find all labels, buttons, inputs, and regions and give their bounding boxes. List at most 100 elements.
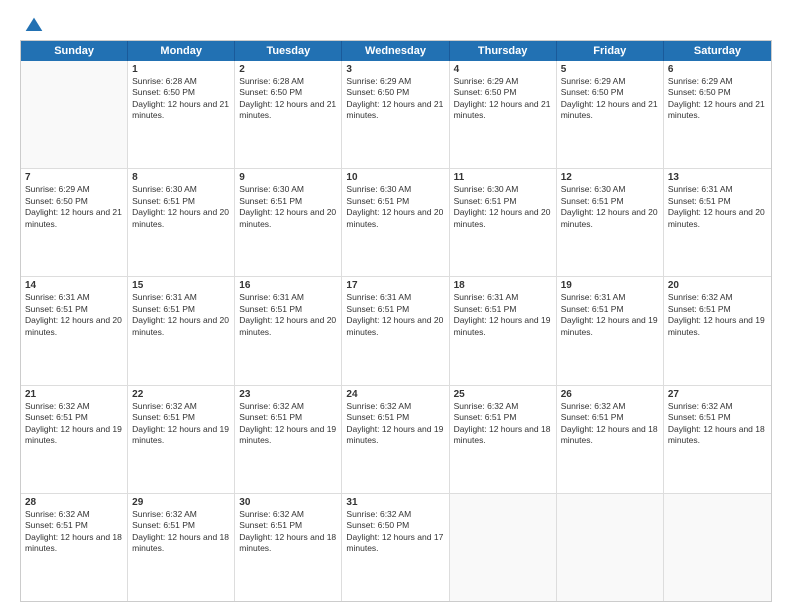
day-number: 18 xyxy=(454,280,552,291)
calendar-cell: 22Sunrise: 6:32 AMSunset: 6:51 PMDayligh… xyxy=(128,386,235,493)
day-info: Sunrise: 6:30 AMSunset: 6:51 PMDaylight:… xyxy=(346,184,444,230)
day-info: Sunrise: 6:32 AMSunset: 6:51 PMDaylight:… xyxy=(346,401,444,447)
header-day-friday: Friday xyxy=(557,41,664,61)
day-info: Sunrise: 6:32 AMSunset: 6:51 PMDaylight:… xyxy=(561,401,659,447)
calendar-header: SundayMondayTuesdayWednesdayThursdayFrid… xyxy=(21,41,771,61)
calendar-cell: 9Sunrise: 6:30 AMSunset: 6:51 PMDaylight… xyxy=(235,169,342,276)
calendar-cell: 20Sunrise: 6:32 AMSunset: 6:51 PMDayligh… xyxy=(664,277,771,384)
day-info: Sunrise: 6:32 AMSunset: 6:51 PMDaylight:… xyxy=(239,509,337,555)
day-info: Sunrise: 6:32 AMSunset: 6:51 PMDaylight:… xyxy=(454,401,552,447)
calendar-body: 1Sunrise: 6:28 AMSunset: 6:50 PMDaylight… xyxy=(21,61,771,601)
header xyxy=(20,16,772,32)
calendar: SundayMondayTuesdayWednesdayThursdayFrid… xyxy=(20,40,772,602)
calendar-week-1: 1Sunrise: 6:28 AMSunset: 6:50 PMDaylight… xyxy=(21,61,771,169)
header-day-thursday: Thursday xyxy=(450,41,557,61)
day-number: 10 xyxy=(346,172,444,183)
calendar-cell: 8Sunrise: 6:30 AMSunset: 6:51 PMDaylight… xyxy=(128,169,235,276)
calendar-cell xyxy=(664,494,771,601)
calendar-cell: 24Sunrise: 6:32 AMSunset: 6:51 PMDayligh… xyxy=(342,386,449,493)
header-day-tuesday: Tuesday xyxy=(235,41,342,61)
day-number: 31 xyxy=(346,497,444,508)
day-number: 14 xyxy=(25,280,123,291)
day-number: 6 xyxy=(668,64,767,75)
calendar-cell: 14Sunrise: 6:31 AMSunset: 6:51 PMDayligh… xyxy=(21,277,128,384)
day-info: Sunrise: 6:31 AMSunset: 6:51 PMDaylight:… xyxy=(132,292,230,338)
calendar-cell xyxy=(557,494,664,601)
calendar-cell: 13Sunrise: 6:31 AMSunset: 6:51 PMDayligh… xyxy=(664,169,771,276)
day-info: Sunrise: 6:28 AMSunset: 6:50 PMDaylight:… xyxy=(239,76,337,122)
calendar-cell: 30Sunrise: 6:32 AMSunset: 6:51 PMDayligh… xyxy=(235,494,342,601)
day-info: Sunrise: 6:31 AMSunset: 6:51 PMDaylight:… xyxy=(668,184,767,230)
calendar-cell: 15Sunrise: 6:31 AMSunset: 6:51 PMDayligh… xyxy=(128,277,235,384)
day-number: 1 xyxy=(132,64,230,75)
day-info: Sunrise: 6:32 AMSunset: 6:51 PMDaylight:… xyxy=(668,292,767,338)
calendar-cell: 25Sunrise: 6:32 AMSunset: 6:51 PMDayligh… xyxy=(450,386,557,493)
day-number: 19 xyxy=(561,280,659,291)
calendar-cell: 29Sunrise: 6:32 AMSunset: 6:51 PMDayligh… xyxy=(128,494,235,601)
day-number: 8 xyxy=(132,172,230,183)
day-number: 26 xyxy=(561,389,659,400)
day-info: Sunrise: 6:30 AMSunset: 6:51 PMDaylight:… xyxy=(239,184,337,230)
calendar-cell: 10Sunrise: 6:30 AMSunset: 6:51 PMDayligh… xyxy=(342,169,449,276)
calendar-cell: 31Sunrise: 6:32 AMSunset: 6:50 PMDayligh… xyxy=(342,494,449,601)
day-info: Sunrise: 6:32 AMSunset: 6:51 PMDaylight:… xyxy=(239,401,337,447)
calendar-cell xyxy=(450,494,557,601)
day-info: Sunrise: 6:29 AMSunset: 6:50 PMDaylight:… xyxy=(561,76,659,122)
day-info: Sunrise: 6:30 AMSunset: 6:51 PMDaylight:… xyxy=(454,184,552,230)
calendar-cell: 16Sunrise: 6:31 AMSunset: 6:51 PMDayligh… xyxy=(235,277,342,384)
calendar-cell: 27Sunrise: 6:32 AMSunset: 6:51 PMDayligh… xyxy=(664,386,771,493)
day-number: 22 xyxy=(132,389,230,400)
day-info: Sunrise: 6:31 AMSunset: 6:51 PMDaylight:… xyxy=(454,292,552,338)
day-number: 12 xyxy=(561,172,659,183)
day-number: 13 xyxy=(668,172,767,183)
day-number: 30 xyxy=(239,497,337,508)
day-number: 17 xyxy=(346,280,444,291)
day-number: 11 xyxy=(454,172,552,183)
calendar-cell: 17Sunrise: 6:31 AMSunset: 6:51 PMDayligh… xyxy=(342,277,449,384)
calendar-cell: 4Sunrise: 6:29 AMSunset: 6:50 PMDaylight… xyxy=(450,61,557,168)
day-info: Sunrise: 6:32 AMSunset: 6:51 PMDaylight:… xyxy=(25,401,123,447)
day-info: Sunrise: 6:31 AMSunset: 6:51 PMDaylight:… xyxy=(561,292,659,338)
day-info: Sunrise: 6:32 AMSunset: 6:51 PMDaylight:… xyxy=(132,401,230,447)
calendar-cell: 12Sunrise: 6:30 AMSunset: 6:51 PMDayligh… xyxy=(557,169,664,276)
calendar-cell: 1Sunrise: 6:28 AMSunset: 6:50 PMDaylight… xyxy=(128,61,235,168)
header-day-monday: Monday xyxy=(128,41,235,61)
day-number: 24 xyxy=(346,389,444,400)
day-info: Sunrise: 6:29 AMSunset: 6:50 PMDaylight:… xyxy=(668,76,767,122)
calendar-cell: 3Sunrise: 6:29 AMSunset: 6:50 PMDaylight… xyxy=(342,61,449,168)
day-info: Sunrise: 6:30 AMSunset: 6:51 PMDaylight:… xyxy=(561,184,659,230)
day-info: Sunrise: 6:31 AMSunset: 6:51 PMDaylight:… xyxy=(25,292,123,338)
calendar-cell: 11Sunrise: 6:30 AMSunset: 6:51 PMDayligh… xyxy=(450,169,557,276)
day-info: Sunrise: 6:31 AMSunset: 6:51 PMDaylight:… xyxy=(346,292,444,338)
day-info: Sunrise: 6:28 AMSunset: 6:50 PMDaylight:… xyxy=(132,76,230,122)
day-info: Sunrise: 6:32 AMSunset: 6:51 PMDaylight:… xyxy=(25,509,123,555)
calendar-cell: 28Sunrise: 6:32 AMSunset: 6:51 PMDayligh… xyxy=(21,494,128,601)
day-number: 16 xyxy=(239,280,337,291)
calendar-cell: 19Sunrise: 6:31 AMSunset: 6:51 PMDayligh… xyxy=(557,277,664,384)
logo xyxy=(20,16,44,32)
page: SundayMondayTuesdayWednesdayThursdayFrid… xyxy=(0,0,792,612)
header-day-sunday: Sunday xyxy=(21,41,128,61)
calendar-cell: 6Sunrise: 6:29 AMSunset: 6:50 PMDaylight… xyxy=(664,61,771,168)
calendar-week-4: 21Sunrise: 6:32 AMSunset: 6:51 PMDayligh… xyxy=(21,386,771,494)
day-number: 23 xyxy=(239,389,337,400)
day-number: 20 xyxy=(668,280,767,291)
day-info: Sunrise: 6:32 AMSunset: 6:51 PMDaylight:… xyxy=(668,401,767,447)
day-number: 27 xyxy=(668,389,767,400)
header-day-saturday: Saturday xyxy=(664,41,771,61)
header-day-wednesday: Wednesday xyxy=(342,41,449,61)
calendar-cell: 26Sunrise: 6:32 AMSunset: 6:51 PMDayligh… xyxy=(557,386,664,493)
day-number: 7 xyxy=(25,172,123,183)
calendar-cell: 2Sunrise: 6:28 AMSunset: 6:50 PMDaylight… xyxy=(235,61,342,168)
day-info: Sunrise: 6:29 AMSunset: 6:50 PMDaylight:… xyxy=(454,76,552,122)
day-number: 21 xyxy=(25,389,123,400)
day-info: Sunrise: 6:29 AMSunset: 6:50 PMDaylight:… xyxy=(25,184,123,230)
day-number: 4 xyxy=(454,64,552,75)
calendar-cell: 21Sunrise: 6:32 AMSunset: 6:51 PMDayligh… xyxy=(21,386,128,493)
calendar-cell: 18Sunrise: 6:31 AMSunset: 6:51 PMDayligh… xyxy=(450,277,557,384)
day-number: 25 xyxy=(454,389,552,400)
calendar-cell xyxy=(21,61,128,168)
day-number: 15 xyxy=(132,280,230,291)
day-info: Sunrise: 6:29 AMSunset: 6:50 PMDaylight:… xyxy=(346,76,444,122)
day-number: 3 xyxy=(346,64,444,75)
